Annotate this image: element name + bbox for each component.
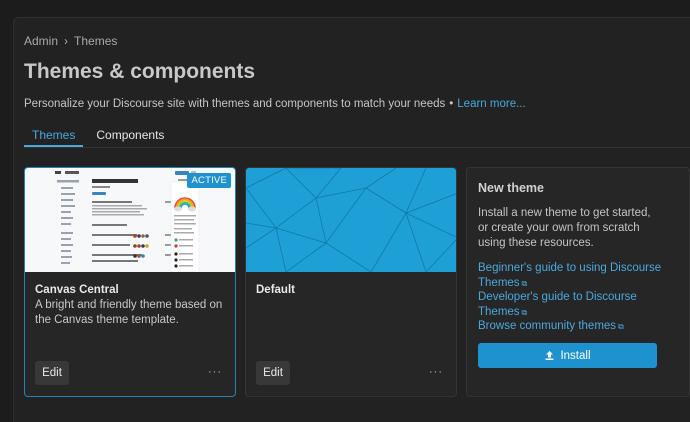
description-text: Personalize your Discourse site with the… xyxy=(24,98,446,110)
new-theme-title: New theme xyxy=(478,181,544,195)
breadcrumb: Admin › Themes xyxy=(24,34,117,48)
separator-dot: • xyxy=(449,98,454,110)
ellipsis-icon[interactable]: ··· xyxy=(207,365,223,379)
developers-guide-link[interactable]: Developer's guide to Discourse Themes ⧉ xyxy=(478,290,668,320)
chevron-right-icon: › xyxy=(64,34,69,48)
new-theme-card: New theme Install a new theme to get sta… xyxy=(466,167,690,397)
tab-bar: Themes Components xyxy=(24,124,690,148)
edit-button[interactable]: Edit xyxy=(35,361,69,385)
link-text: Beginner's guide to using Discourse xyxy=(478,262,662,274)
link-text: Themes xyxy=(478,276,520,289)
tab-components[interactable]: Components xyxy=(88,124,172,147)
external-link-icon: ⧉ xyxy=(521,278,528,288)
install-label: Install xyxy=(560,349,591,362)
ellipsis-icon[interactable]: ··· xyxy=(428,365,444,379)
learn-more-link[interactable]: Learn more... xyxy=(457,98,525,110)
theme-card-canvas-central[interactable]: ACTIVE Canvas Central A bright and frien… xyxy=(24,167,236,397)
upload-icon xyxy=(545,351,554,360)
breadcrumb-themes[interactable]: Themes xyxy=(74,34,117,48)
external-link-icon: ⧉ xyxy=(618,322,624,331)
edit-button[interactable]: Edit xyxy=(256,361,290,385)
install-button[interactable]: Install xyxy=(478,343,657,368)
link-text: Browse community themes xyxy=(478,320,617,332)
browse-community-themes-link[interactable]: Browse community themes ⧉ xyxy=(478,319,668,335)
link-text: Themes xyxy=(478,305,520,318)
theme-name: Default xyxy=(256,284,295,296)
page-description: Personalize your Discourse site with the… xyxy=(24,98,526,110)
theme-preview-image xyxy=(246,168,456,273)
breadcrumb-admin[interactable]: Admin xyxy=(24,34,58,48)
beginners-guide-link[interactable]: Beginner's guide to using Discourse Them… xyxy=(478,261,668,291)
tab-themes[interactable]: Themes xyxy=(24,124,84,147)
active-badge: ACTIVE xyxy=(187,173,231,188)
theme-card-default[interactable]: Default Edit ··· xyxy=(245,167,457,397)
external-link-icon: ⧉ xyxy=(521,307,528,317)
new-theme-description: Install a new theme to get started, or c… xyxy=(478,207,651,249)
page-title: Themes & components xyxy=(24,60,256,83)
theme-description: A bright and friendly theme based on the… xyxy=(35,299,223,326)
theme-preview-default xyxy=(246,168,456,273)
theme-name: Canvas Central xyxy=(35,284,119,296)
link-text: Developer's guide to Discourse xyxy=(478,291,637,303)
theme-preview-canvas-central: ACTIVE xyxy=(25,168,235,273)
